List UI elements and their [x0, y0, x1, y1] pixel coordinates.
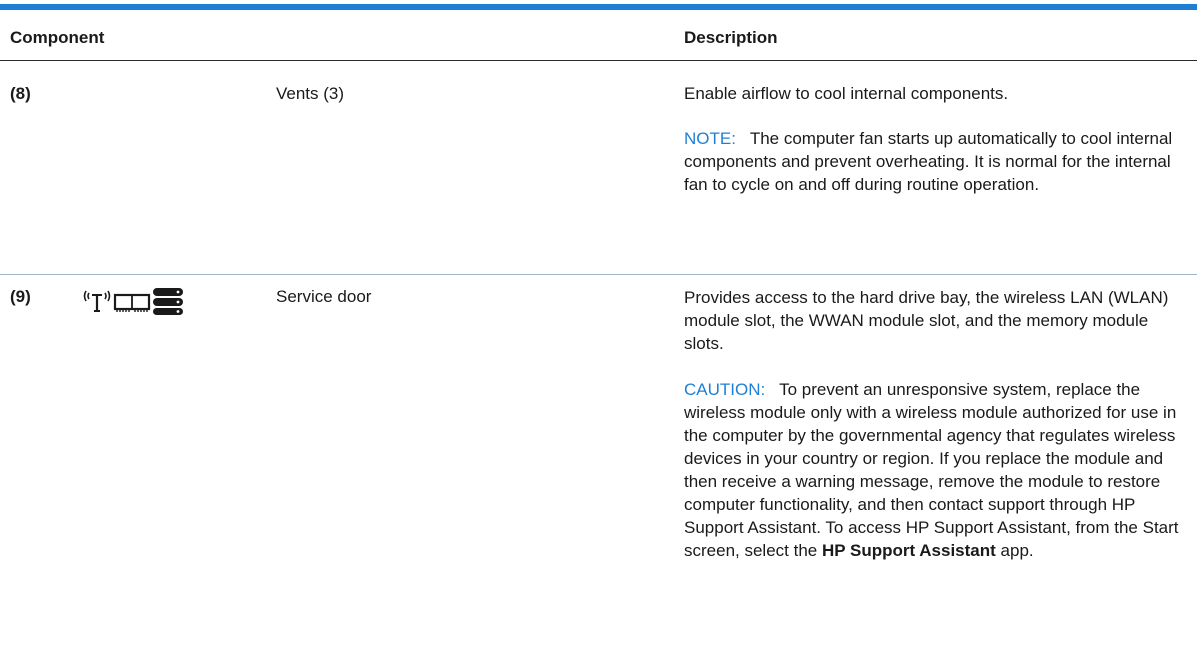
hard-drive-icon: [153, 288, 183, 315]
description-text: Provides access to the hard drive bay, t…: [684, 288, 1169, 353]
component-icons: [82, 287, 232, 315]
note-paragraph: NOTE: The computer fan starts up automat…: [684, 127, 1184, 196]
header-component: Component: [10, 28, 105, 47]
caution-label: CAUTION:: [684, 380, 766, 399]
component-number: (9): [10, 287, 31, 306]
component-description: Enable airflow to cool internal componen…: [684, 82, 1184, 196]
caution-end: app.: [1000, 541, 1034, 560]
caution-paragraph: CAUTION: To prevent an unresponsive syst…: [684, 378, 1184, 562]
note-label: NOTE:: [684, 129, 736, 148]
component-name: Vents (3): [276, 84, 345, 103]
table-header-row: Component Description: [0, 10, 1197, 61]
component-name: Service door: [276, 287, 372, 306]
wireless-icon: [83, 290, 111, 312]
caution-text: To prevent an unresponsive system, repla…: [684, 380, 1179, 560]
description-text: Enable airflow to cool internal componen…: [684, 84, 1009, 103]
component-number: (8): [10, 84, 31, 103]
memory-module-icon: [113, 293, 151, 312]
caution-app-name: HP Support Assistant: [821, 541, 996, 560]
table-row: (8) Vents (3) Enable airflow to cool int…: [0, 60, 1197, 275]
component-description: Provides access to the hard drive bay, t…: [684, 286, 1184, 562]
note-text: The computer fan starts up automatically…: [684, 129, 1173, 194]
table-row: (9) Service door Provides access to the …: [0, 276, 1197, 636]
header-description: Description: [684, 28, 778, 47]
